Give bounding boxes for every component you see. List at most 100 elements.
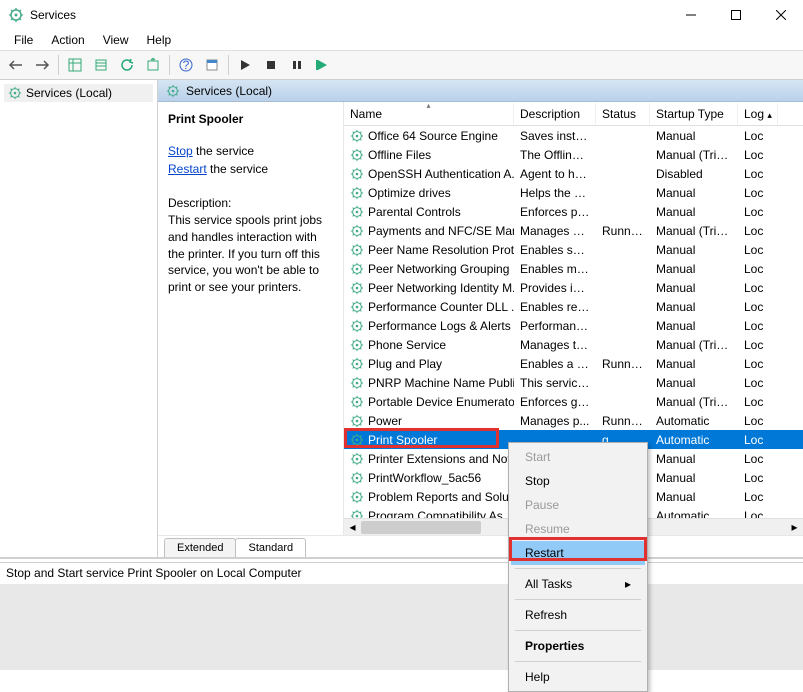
service-row[interactable]: Portable Device Enumerator...Enforces gr…	[344, 392, 803, 411]
description-text: This service spools print jobs and handl…	[168, 212, 333, 296]
menu-file[interactable]: File	[6, 31, 41, 49]
menu-item-stop[interactable]: Stop	[511, 469, 645, 493]
scroll-thumb[interactable]	[361, 521, 481, 534]
service-desc-cell: Performanc...	[514, 319, 596, 333]
service-name-cell: PrintWorkflow_5ac56	[344, 471, 514, 485]
description-label: Description:	[168, 196, 333, 210]
menu-item-properties[interactable]: Properties	[511, 634, 645, 658]
service-logon-cell: Loc	[738, 414, 778, 428]
menu-help[interactable]: Help	[139, 31, 180, 49]
service-desc-cell: Enforces gr...	[514, 395, 596, 409]
service-logon-cell: Loc	[738, 490, 778, 504]
scroll-left-button[interactable]: ◂	[344, 519, 361, 536]
service-logon-cell: Loc	[738, 338, 778, 352]
pause-service-button[interactable]	[285, 53, 309, 77]
service-row[interactable]: PNRP Machine Name Publi...This service .…	[344, 373, 803, 392]
service-desc-cell: Manages pa...	[514, 224, 596, 238]
service-name-cell: Performance Logs & Alerts	[344, 319, 514, 333]
menu-view[interactable]: View	[95, 31, 137, 49]
refresh-button[interactable]	[115, 53, 139, 77]
service-row[interactable]: Plug and PlayEnables a c...RunningManual…	[344, 354, 803, 373]
service-row[interactable]: Optimize drivesHelps the c...ManualLoc	[344, 183, 803, 202]
service-startup-cell: Manual	[650, 186, 738, 200]
restart-service-link[interactable]: Restart	[168, 162, 207, 176]
scroll-right-button[interactable]: ▸	[786, 519, 803, 536]
console-tree[interactable]: Services (Local)	[0, 80, 158, 557]
service-name-cell: OpenSSH Authentication A...	[344, 167, 514, 181]
menu-item-refresh[interactable]: Refresh	[511, 603, 645, 627]
titlebar: Services	[0, 0, 803, 30]
service-startup-cell: Manual	[650, 319, 738, 333]
service-desc-cell: Manages th...	[514, 338, 596, 352]
service-logon-cell: Loc	[738, 509, 778, 519]
service-row[interactable]: OpenSSH Authentication A...Agent to ho..…	[344, 164, 803, 183]
service-name-cell: Payments and NFC/SE Man...	[344, 224, 514, 238]
toolbar: ?	[0, 50, 803, 80]
maximize-button[interactable]	[713, 0, 758, 30]
service-row[interactable]: Phone ServiceManages th...Manual (Trig..…	[344, 335, 803, 354]
export-list-button[interactable]	[89, 53, 113, 77]
selected-service-name: Print Spooler	[168, 112, 333, 126]
menu-item-all-tasks[interactable]: All Tasks▸	[511, 572, 645, 596]
service-logon-cell: Loc	[738, 376, 778, 390]
service-name-cell: PNRP Machine Name Publi...	[344, 376, 514, 390]
stop-service-button[interactable]	[259, 53, 283, 77]
service-desc-cell: This service ...	[514, 376, 596, 390]
service-row[interactable]: Performance Counter DLL ...Enables rem..…	[344, 297, 803, 316]
restart-service-button[interactable]	[311, 53, 335, 77]
column-name[interactable]: ▴Name	[344, 103, 514, 125]
back-button[interactable]	[4, 53, 28, 77]
service-status-cell: Running	[596, 357, 650, 371]
service-name-cell: Peer Networking Grouping	[344, 262, 514, 276]
service-desc-cell: Saves install...	[514, 129, 596, 143]
service-startup-cell: Manual	[650, 243, 738, 257]
forward-button[interactable]	[30, 53, 54, 77]
service-startup-cell: Manual (Trig...	[650, 148, 738, 162]
service-startup-cell: Manual	[650, 281, 738, 295]
service-row[interactable]: Peer Networking Identity M...Provides id…	[344, 278, 803, 297]
service-row[interactable]: PowerManages p...RunningAutomaticLoc	[344, 411, 803, 430]
menu-item-restart[interactable]: Restart	[511, 541, 645, 565]
column-description[interactable]: Description	[514, 103, 596, 125]
column-startup-type[interactable]: Startup Type	[650, 103, 738, 125]
properties-button[interactable]	[200, 53, 224, 77]
service-logon-cell: Loc	[738, 281, 778, 295]
service-startup-cell: Manual	[650, 490, 738, 504]
column-status[interactable]: Status	[596, 103, 650, 125]
stop-service-link[interactable]: Stop	[168, 144, 193, 158]
show-hide-tree-button[interactable]	[63, 53, 87, 77]
tab-extended[interactable]: Extended	[164, 538, 236, 557]
service-row[interactable]: Payments and NFC/SE Man...Manages pa...R…	[344, 221, 803, 240]
start-service-button[interactable]	[233, 53, 257, 77]
service-row[interactable]: Peer Name Resolution Prot...Enables serv…	[344, 240, 803, 259]
export-button[interactable]	[141, 53, 165, 77]
service-name-cell: Program Compatibility As	[344, 509, 514, 519]
close-button[interactable]	[758, 0, 803, 30]
view-tabs: Extended Standard	[158, 535, 803, 557]
service-desc-cell: Provides ide...	[514, 281, 596, 295]
service-logon-cell: Loc	[738, 186, 778, 200]
menu-action[interactable]: Action	[43, 31, 92, 49]
service-row[interactable]: Office 64 Source EngineSaves install...M…	[344, 126, 803, 145]
statusbar: Stop and Start service Print Spooler on …	[0, 562, 803, 584]
service-logon-cell: Loc	[738, 433, 778, 447]
service-startup-cell: Disabled	[650, 167, 738, 181]
menu-item-help[interactable]: Help	[511, 665, 645, 689]
service-row[interactable]: Performance Logs & AlertsPerformanc... Ma…	[344, 316, 803, 335]
service-row[interactable]: Peer Networking GroupingEnables mul...Ma…	[344, 259, 803, 278]
service-row[interactable]: Parental ControlsEnforces pa...ManualLoc	[344, 202, 803, 221]
help-button[interactable]: ?	[174, 53, 198, 77]
column-logon[interactable]: Log ▴	[738, 103, 778, 125]
service-name-cell: Peer Networking Identity M...	[344, 281, 514, 295]
service-name-cell: Printer Extensions and Not	[344, 452, 514, 466]
service-name-cell: Peer Name Resolution Prot...	[344, 243, 514, 257]
service-status-cell: Running	[596, 224, 650, 238]
service-row[interactable]: Offline FilesThe Offline ...Manual (Trig…	[344, 145, 803, 164]
service-logon-cell: Loc	[738, 148, 778, 162]
minimize-button[interactable]	[668, 0, 713, 30]
detail-pane: Print Spooler Stop the service Restart t…	[158, 102, 344, 535]
menubar: File Action View Help	[0, 30, 803, 50]
service-startup-cell: Automatic	[650, 414, 738, 428]
tree-node-services-local[interactable]: Services (Local)	[4, 84, 153, 102]
tab-standard[interactable]: Standard	[235, 538, 306, 557]
